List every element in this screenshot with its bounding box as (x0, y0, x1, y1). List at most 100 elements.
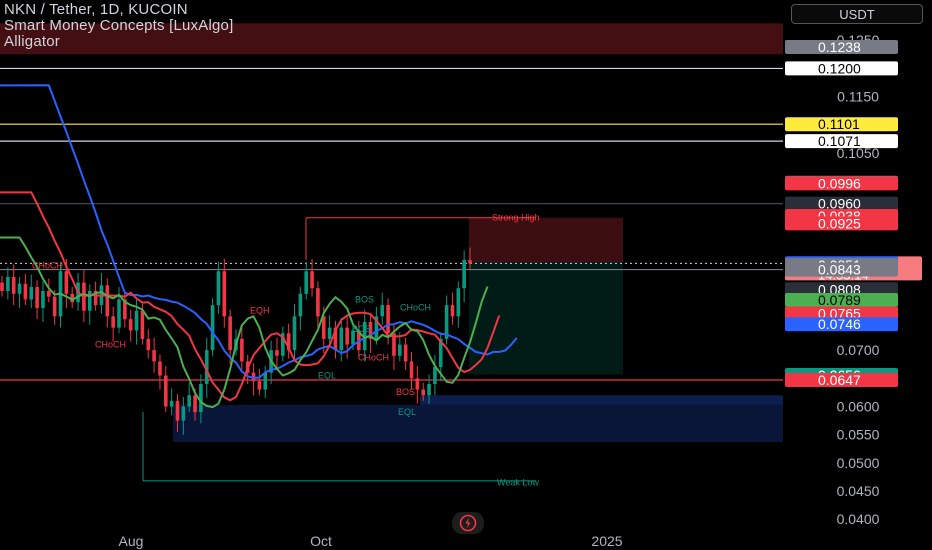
candle-body (228, 316, 232, 351)
time-axis-tick: 2025 (591, 533, 622, 549)
candle (456, 281, 461, 328)
price-axis-tick: 0.0600 (837, 399, 880, 415)
candle (251, 363, 256, 396)
candle-body (468, 260, 472, 264)
candle-body (64, 271, 69, 294)
demand-block-lower (173, 404, 783, 443)
candle-body (339, 327, 344, 351)
price-tag: 0.0996 (785, 175, 898, 191)
candle (164, 365, 168, 413)
candle-body (403, 344, 408, 362)
candle (105, 278, 110, 328)
candle (310, 258, 314, 297)
lightning-bolt-icon-glyph (459, 514, 477, 532)
candle-body (462, 260, 466, 289)
candle-body (421, 389, 425, 396)
structure-label: EQL (318, 370, 336, 380)
candle (210, 298, 215, 356)
price-axis-tick: 0.1150 (837, 89, 879, 105)
candle-body (292, 316, 297, 351)
position-target-block (469, 262, 623, 375)
candle (134, 298, 139, 345)
candle (380, 292, 385, 325)
candle (111, 306, 115, 342)
candle-body (398, 344, 402, 356)
price-tag: 0.0925 (785, 215, 898, 231)
candle (169, 388, 174, 415)
price-axis-tick: 0.0400 (837, 511, 880, 527)
candle-body (105, 285, 110, 317)
candle-body (415, 378, 420, 390)
currency-button[interactable]: USDT (791, 4, 923, 24)
candle (409, 351, 414, 390)
candle-body (316, 288, 320, 317)
candle-body (6, 276, 10, 291)
structure-label: BOS (355, 294, 374, 304)
price-tag-label: 0.1101 (818, 116, 860, 132)
candle-body (456, 288, 461, 317)
candle-body (117, 299, 121, 328)
candle (158, 354, 162, 390)
candle-body (187, 395, 191, 407)
smc-indicator-label[interactable]: Smart Money Concepts [LuxAlgo] (4, 18, 233, 34)
demand-block-upper (420, 395, 783, 405)
candle (240, 326, 244, 370)
candle (433, 354, 437, 396)
candle (275, 337, 279, 370)
candle-body (386, 305, 390, 334)
candle-body (140, 310, 145, 339)
candle (462, 250, 466, 303)
price-axis-tick: 0.0700 (837, 342, 880, 358)
candle-body (298, 293, 303, 317)
candle (35, 280, 39, 320)
candle (415, 365, 420, 404)
price-tag: 0.1238 (785, 39, 898, 55)
candle-body (345, 327, 349, 345)
price-tag: 0.0746 (785, 316, 898, 332)
candle-body (275, 350, 279, 356)
candle-body (41, 290, 45, 308)
candle-body (17, 283, 22, 294)
price-tag: 0.1071 (785, 133, 898, 149)
structure-label: Strong High (492, 213, 540, 223)
price-chart[interactable]: Strong High Weak Low CHoCH BOS CHoCH EQH BOS CH… (0, 0, 932, 550)
candle (41, 281, 45, 322)
candle (257, 368, 262, 396)
candle-body (23, 283, 28, 300)
candle (450, 292, 455, 325)
symbol-title[interactable]: NKN / Tether, 1D, KUCOIN (4, 2, 233, 18)
chart-legend: NKN / Tether, 1D, KUCOIN Smart Money Con… (4, 2, 233, 50)
candle-body (52, 296, 57, 317)
alligator-teeth-line (0, 191, 501, 402)
price-tag-label: 0.1071 (818, 133, 861, 149)
candle-body (164, 375, 168, 407)
candle-body (134, 310, 139, 331)
candle-body (222, 271, 227, 317)
candle-body (169, 400, 174, 407)
candle-body (310, 271, 314, 289)
lightning-bolt-icon[interactable] (452, 512, 484, 534)
candle-body (433, 367, 437, 384)
candle-body (380, 305, 385, 317)
alligator-indicator-label[interactable]: Alligator (4, 34, 233, 50)
price-tag: 0.1101 (785, 116, 898, 132)
structure-label: CHoCH (358, 352, 389, 362)
structure-label: CHoCH (95, 339, 126, 349)
structure-label: Weak Low (497, 477, 539, 487)
candle-body (257, 381, 262, 390)
candle (87, 284, 92, 325)
candle (6, 267, 10, 300)
candle (29, 274, 34, 308)
price-tag: 0.1200 (785, 60, 898, 76)
price-tag-label: 0.1200 (818, 60, 861, 76)
time-axis-tick: Oct (310, 533, 332, 549)
strong-high-block (469, 217, 623, 263)
price-axis-tick: 0.0500 (837, 455, 880, 471)
price-tag-label: 0.0925 (818, 215, 861, 231)
candle (128, 309, 133, 342)
candle (152, 337, 156, 373)
price-tag-label: 0.1238 (818, 39, 861, 55)
candle-body (427, 383, 431, 396)
candle (23, 274, 28, 306)
candle (316, 281, 320, 328)
